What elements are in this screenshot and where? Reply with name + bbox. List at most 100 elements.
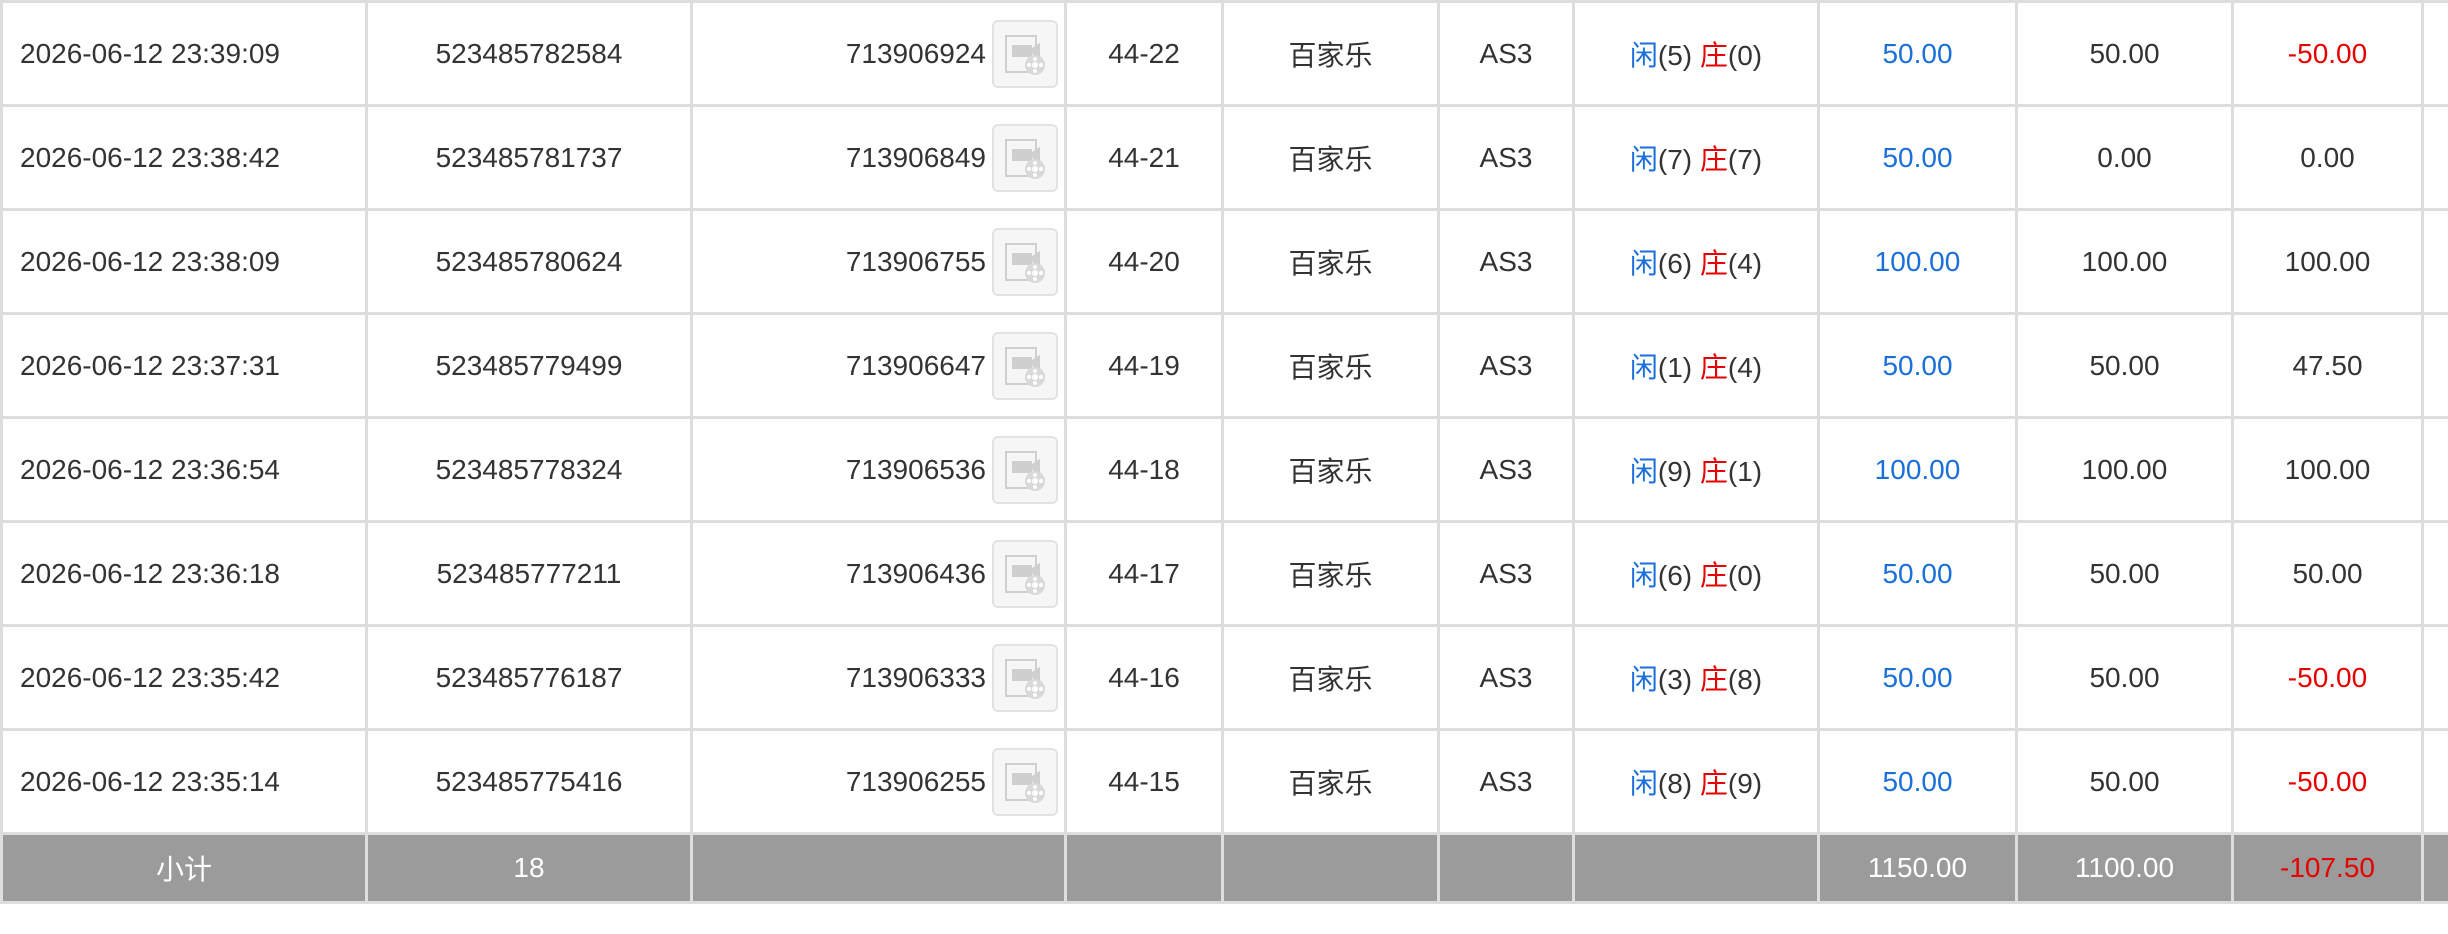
table-row: 2026-06-12 23:36:54 523485778324 7139065… bbox=[0, 416, 2448, 523]
result-cell: 闲(8) 庄(9) bbox=[1572, 728, 1820, 835]
player-score: (7) bbox=[1657, 143, 1693, 175]
banker-label: 庄 bbox=[1699, 351, 1728, 383]
subtotal-empty bbox=[690, 832, 1067, 904]
video-replay-button[interactable] bbox=[992, 123, 1058, 192]
shoe-cell: 44-15 bbox=[1064, 728, 1224, 835]
win-loss-cell: -50.00 bbox=[2231, 728, 2424, 835]
round-id-cell: 713906647 bbox=[690, 312, 1067, 419]
player-score: (5) bbox=[1657, 39, 1693, 71]
table-code: AS3 bbox=[1479, 661, 1533, 693]
game-name: 百家乐 bbox=[1288, 559, 1373, 591]
shoe-number: 44-21 bbox=[1108, 141, 1180, 173]
subtotal-label: 小计 bbox=[0, 832, 368, 904]
bet-id-cell: 523485782584 bbox=[365, 0, 693, 107]
bet-amount-cell: 100.00 bbox=[1817, 208, 2018, 315]
bet-amount-cell: 50.00 bbox=[1817, 624, 2018, 731]
game-cell: 百家乐 bbox=[1221, 416, 1440, 523]
subtotal-valid-bet: 1100.00 bbox=[2015, 832, 2234, 904]
result-cell: 闲(1) 庄(4) bbox=[1572, 312, 1820, 419]
round-id: 713906849 bbox=[845, 141, 986, 173]
bet-id-cell: 523485779499 bbox=[365, 312, 693, 419]
round-id: 713906536 bbox=[845, 453, 986, 485]
extra-cell bbox=[2421, 728, 2448, 835]
video-replay-button[interactable] bbox=[992, 539, 1058, 608]
video-replay-button[interactable] bbox=[992, 19, 1058, 88]
round-id: 713906755 bbox=[845, 245, 986, 277]
table-code: AS3 bbox=[1479, 141, 1533, 173]
shoe-number: 44-15 bbox=[1108, 765, 1180, 797]
win-loss: -50.00 bbox=[2287, 661, 2368, 693]
bet-time: 2026-06-12 23:36:54 bbox=[20, 453, 280, 485]
video-replay-icon bbox=[1005, 138, 1045, 179]
table-code: AS3 bbox=[1479, 453, 1533, 485]
win-loss-cell: 100.00 bbox=[2231, 416, 2424, 523]
video-replay-icon bbox=[1005, 346, 1045, 387]
video-replay-button[interactable] bbox=[992, 435, 1058, 504]
table-cell: AS3 bbox=[1437, 416, 1575, 523]
win-loss-cell: 0.00 bbox=[2231, 104, 2424, 211]
player-score: (6) bbox=[1657, 559, 1693, 591]
subtotal-bet-amount: 1150.00 bbox=[1817, 832, 2018, 904]
game-cell: 百家乐 bbox=[1221, 624, 1440, 731]
banker-score: (4) bbox=[1727, 247, 1763, 279]
valid-bet-cell: 50.00 bbox=[2015, 520, 2234, 627]
extra-cell bbox=[2421, 416, 2448, 523]
game-name: 百家乐 bbox=[1288, 247, 1373, 279]
shoe-cell: 44-17 bbox=[1064, 520, 1224, 627]
bet-time-cell: 2026-06-12 23:39:09 bbox=[0, 0, 368, 107]
video-replay-button[interactable] bbox=[992, 227, 1058, 296]
shoe-cell: 44-20 bbox=[1064, 208, 1224, 315]
table-row: 2026-06-12 23:38:09 523485780624 7139067… bbox=[0, 208, 2448, 315]
result-cell: 闲(5) 庄(0) bbox=[1572, 0, 1820, 107]
bet-time: 2026-06-12 23:38:09 bbox=[20, 245, 280, 277]
result-cell: 闲(9) 庄(1) bbox=[1572, 416, 1820, 523]
shoe-number: 44-19 bbox=[1108, 349, 1180, 381]
subtotal-count: 18 bbox=[365, 832, 693, 904]
table-code: AS3 bbox=[1479, 557, 1533, 589]
round-id-cell: 713906536 bbox=[690, 416, 1067, 523]
video-replay-icon bbox=[1005, 658, 1045, 699]
bet-id: 523485775416 bbox=[435, 765, 623, 797]
bet-history-table: 2026-06-12 23:39:09 523485782584 7139069… bbox=[0, 0, 2448, 904]
bet-amount: 50.00 bbox=[1882, 141, 1953, 173]
game-cell: 百家乐 bbox=[1221, 0, 1440, 107]
shoe-number: 44-16 bbox=[1108, 661, 1180, 693]
win-loss: 100.00 bbox=[2284, 453, 2371, 485]
banker-score: (7) bbox=[1727, 143, 1763, 175]
bet-id: 523485776187 bbox=[435, 661, 623, 693]
valid-bet: 50.00 bbox=[2089, 349, 2160, 381]
valid-bet: 50.00 bbox=[2089, 557, 2160, 589]
bet-id: 523485777211 bbox=[436, 557, 622, 589]
video-replay-icon bbox=[1005, 242, 1045, 283]
table-row: 2026-06-12 23:35:42 523485776187 7139063… bbox=[0, 624, 2448, 731]
valid-bet-cell: 100.00 bbox=[2015, 416, 2234, 523]
valid-bet-cell: 50.00 bbox=[2015, 728, 2234, 835]
subtotal-win-loss: -107.50 bbox=[2231, 832, 2424, 904]
game-name: 百家乐 bbox=[1288, 143, 1373, 175]
bet-time-cell: 2026-06-12 23:36:54 bbox=[0, 416, 368, 523]
video-replay-button[interactable] bbox=[992, 643, 1058, 712]
table-code: AS3 bbox=[1479, 37, 1533, 69]
video-replay-button[interactable] bbox=[992, 331, 1058, 400]
video-replay-button[interactable] bbox=[992, 747, 1058, 816]
player-label: 闲 bbox=[1629, 559, 1658, 591]
bet-id: 523485778324 bbox=[435, 453, 623, 485]
shoe-number: 44-18 bbox=[1108, 453, 1180, 485]
shoe-cell: 44-22 bbox=[1064, 0, 1224, 107]
player-label: 闲 bbox=[1629, 351, 1658, 383]
valid-bet-cell: 50.00 bbox=[2015, 624, 2234, 731]
bet-amount-cell: 50.00 bbox=[1817, 0, 2018, 107]
subtotal-empty bbox=[1437, 832, 1575, 904]
banker-label: 庄 bbox=[1699, 767, 1728, 799]
bet-amount-cell: 50.00 bbox=[1817, 728, 2018, 835]
round-id-cell: 713906333 bbox=[690, 624, 1067, 731]
table-cell: AS3 bbox=[1437, 624, 1575, 731]
win-loss: -50.00 bbox=[2287, 765, 2368, 797]
win-loss: 0.00 bbox=[2300, 141, 2355, 173]
table-body: 2026-06-12 23:39:09 523485782584 7139069… bbox=[0, 0, 2448, 835]
bet-id-cell: 523485775416 bbox=[365, 728, 693, 835]
game-name: 百家乐 bbox=[1288, 455, 1373, 487]
subtotal-empty bbox=[1221, 832, 1440, 904]
bet-amount: 100.00 bbox=[1874, 245, 1961, 277]
bet-amount: 50.00 bbox=[1882, 661, 1953, 693]
